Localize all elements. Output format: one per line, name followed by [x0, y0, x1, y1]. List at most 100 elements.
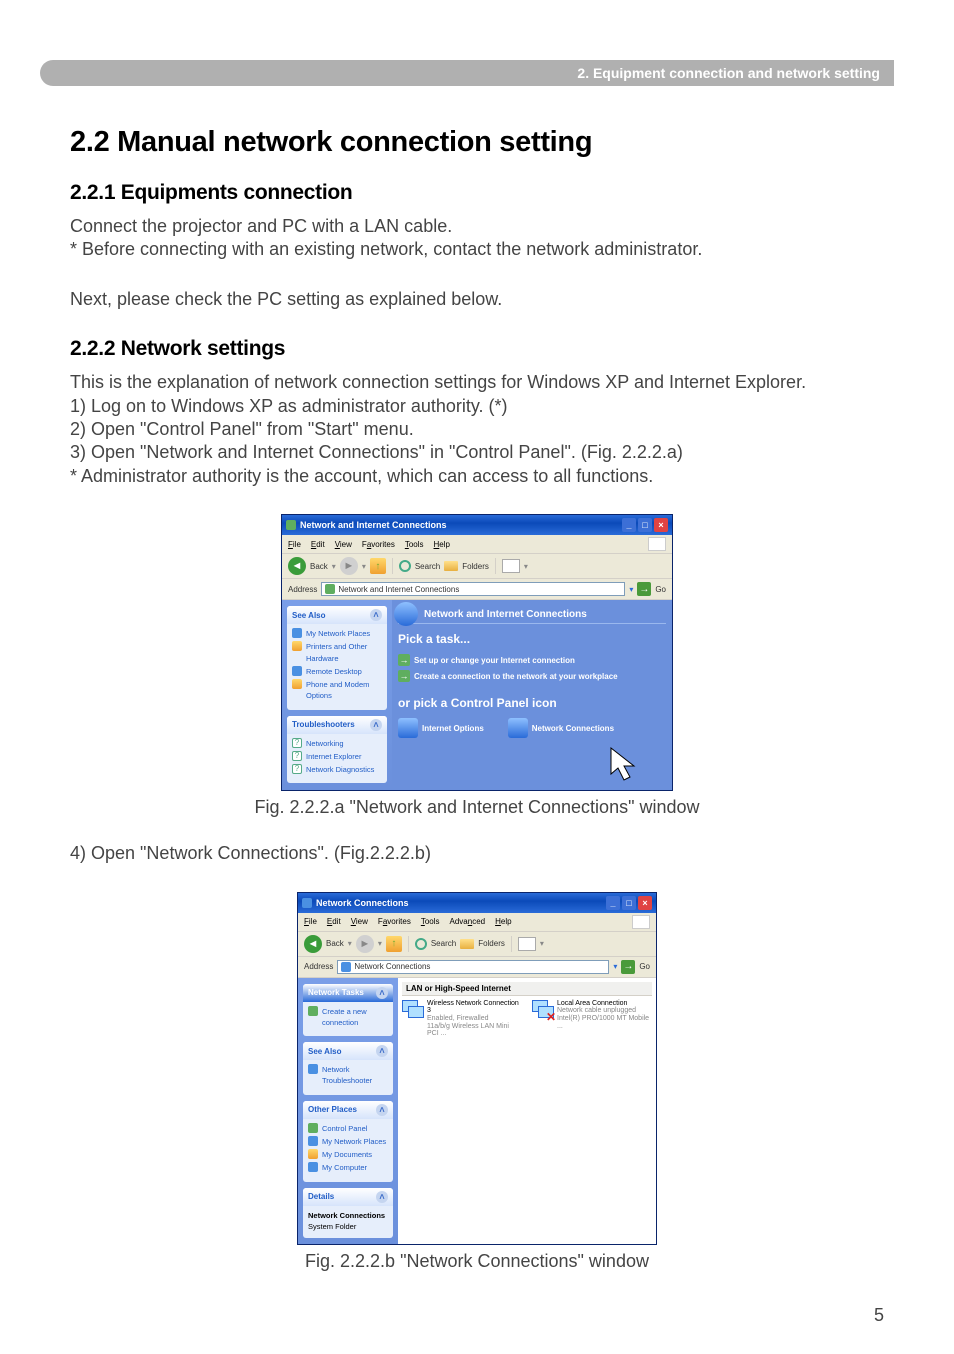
address-field[interactable]: Network and Internet Connections	[321, 582, 625, 596]
menu-file[interactable]: File	[304, 917, 317, 926]
sidebar-item[interactable]: My Network Places	[292, 628, 382, 639]
connection-device: Intel(R) PRO/1000 MT Mobile ...	[557, 1015, 652, 1030]
see-also-header: See Also	[292, 611, 326, 620]
sidebar-item[interactable]: Create a new connection	[308, 1006, 388, 1029]
connection-status: Network cable unplugged	[557, 1007, 652, 1015]
menu-help[interactable]: Help	[495, 917, 511, 926]
folders-label[interactable]: Folders	[478, 939, 505, 948]
go-button[interactable]: →	[621, 960, 635, 974]
details-header: Details	[308, 1192, 334, 1201]
sidebar-item[interactable]: Control Panel	[308, 1123, 388, 1134]
sidebar-item[interactable]: My Network Places	[308, 1136, 388, 1147]
collapse-icon[interactable]: ˄	[370, 719, 382, 731]
pick-task-header: Pick a task...	[398, 632, 666, 646]
up-button[interactable]: ↑	[386, 936, 402, 952]
search-label[interactable]: Search	[431, 939, 456, 948]
forward-button[interactable]: ►	[356, 935, 374, 953]
body-block-4: 4) Open "Network Connections". (Fig.2.2.…	[70, 842, 884, 865]
see-also-panel: See Also ˄ My Network Places Printers an…	[287, 606, 387, 710]
up-button[interactable]: ↑	[370, 558, 386, 574]
sidebar-item[interactable]: Network Troubleshooter	[308, 1064, 388, 1087]
body-line: This is the explanation of network conne…	[70, 371, 884, 394]
sidebar-item[interactable]: Phone and Modem Options	[292, 679, 382, 702]
menu-tools[interactable]: Tools	[405, 540, 424, 549]
search-label[interactable]: Search	[415, 562, 440, 571]
sidebar: Network Tasks ˄ Create a new connection …	[298, 978, 398, 1245]
connection-item[interactable]: ✕ Local Area Connection Network cable un…	[532, 1000, 652, 1038]
folders-icon[interactable]	[444, 561, 458, 571]
menu-tools[interactable]: Tools	[421, 917, 440, 926]
address-label: Address	[304, 962, 333, 971]
connection-status: Enabled, Firewalled	[427, 1015, 522, 1023]
close-button[interactable]: ×	[654, 518, 668, 532]
sidebar-item[interactable]: ?Network Diagnostics	[292, 764, 382, 775]
address-value: Network Connections	[354, 962, 430, 971]
subsection-heading-2-2-1: 2.2.1 Equipments connection	[70, 181, 884, 205]
back-button[interactable]: ◄	[304, 935, 322, 953]
troubleshooter-icon	[308, 1064, 318, 1074]
body-block-1: Connect the projector and PC with a LAN …	[70, 215, 884, 262]
window-title: Network and Internet Connections	[300, 520, 447, 530]
close-button[interactable]: ×	[638, 896, 652, 910]
addressbar: Address Network and Internet Connections…	[282, 579, 672, 600]
subsection-heading-2-2-2: 2.2.2 Network settings	[70, 337, 884, 361]
maximize-button[interactable]: □	[622, 896, 636, 910]
menu-file[interactable]: File	[288, 540, 301, 549]
address-field[interactable]: Network Connections	[337, 960, 609, 974]
task-link[interactable]: →Create a connection to the network at y…	[398, 670, 666, 682]
remote-desktop-icon	[292, 666, 302, 676]
collapse-icon[interactable]: ˄	[376, 987, 388, 999]
cp-network-connections[interactable]: Network Connections	[508, 718, 614, 738]
menu-favorites[interactable]: Favorites	[362, 540, 395, 549]
other-places-panel: Other Places ˄ Control Panel My Network …	[303, 1101, 393, 1182]
body-line: * Administrator authority is the account…	[70, 465, 884, 488]
collapse-icon[interactable]: ˄	[376, 1191, 388, 1203]
folders-label[interactable]: Folders	[462, 562, 489, 571]
figure-2-2-2-b: Network Connections _ □ × File Edit View…	[70, 892, 884, 1273]
minimize-button[interactable]: _	[622, 518, 636, 532]
menu-favorites[interactable]: Favorites	[378, 917, 411, 926]
body-line: * Before connecting with an existing net…	[70, 238, 884, 261]
maximize-button[interactable]: □	[638, 518, 652, 532]
collapse-icon[interactable]: ˄	[370, 609, 382, 621]
menu-view[interactable]: View	[351, 917, 368, 926]
search-icon[interactable]	[399, 560, 411, 572]
category-header: Network and Internet Connections	[424, 609, 666, 620]
details-panel: Details ˄ Network Connections System Fol…	[303, 1188, 393, 1239]
main-pane: LAN or High-Speed Internet Wireless Netw…	[398, 978, 656, 1245]
search-icon[interactable]	[415, 938, 427, 950]
menu-help[interactable]: Help	[434, 540, 450, 549]
page-number: 5	[874, 1305, 884, 1326]
collapse-icon[interactable]: ˄	[376, 1104, 388, 1116]
sidebar-item[interactable]: My Documents	[308, 1149, 388, 1160]
menu-advanced[interactable]: Advanced	[450, 917, 486, 926]
body-line: 2) Open "Control Panel" from "Start" men…	[70, 418, 884, 441]
folders-icon[interactable]	[460, 939, 474, 949]
cp-internet-options[interactable]: Internet Options	[398, 718, 484, 738]
task-link[interactable]: →Set up or change your Internet connecti…	[398, 654, 666, 666]
sidebar-item[interactable]: ?Networking	[292, 738, 382, 749]
forward-button[interactable]: ►	[340, 557, 358, 575]
go-button[interactable]: →	[637, 582, 651, 596]
main-pane: Network and Internet Connections Pick a …	[392, 600, 672, 790]
menu-view[interactable]: View	[335, 540, 352, 549]
sidebar-item[interactable]: ?Internet Explorer	[292, 751, 382, 762]
sidebar-item[interactable]: My Computer	[308, 1162, 388, 1173]
sidebar-item[interactable]: Remote Desktop	[292, 666, 382, 677]
other-places-header: Other Places	[308, 1105, 357, 1114]
connection-device: 11a/b/g Wireless LAN Mini PCI ...	[427, 1023, 522, 1038]
figure-b-caption: Fig. 2.2.2.b "Network Connections" windo…	[70, 1251, 884, 1272]
views-button[interactable]	[502, 559, 520, 573]
menu-edit[interactable]: Edit	[311, 540, 325, 549]
back-button[interactable]: ◄	[288, 557, 306, 575]
collapse-icon[interactable]: ˄	[376, 1045, 388, 1057]
window-content-b: Network Tasks ˄ Create a new connection …	[298, 978, 656, 1245]
menu-edit[interactable]: Edit	[327, 917, 341, 926]
group-header: LAN or High-Speed Internet	[402, 982, 652, 996]
minimize-button[interactable]: _	[606, 896, 620, 910]
see-also-panel: See Also ˄ Network Troubleshooter	[303, 1042, 393, 1095]
connection-item[interactable]: Wireless Network Connection 3 Enabled, F…	[402, 1000, 522, 1038]
views-button[interactable]	[518, 937, 536, 951]
internet-options-icon	[398, 718, 418, 738]
sidebar-item[interactable]: Printers and Other Hardware	[292, 641, 382, 664]
